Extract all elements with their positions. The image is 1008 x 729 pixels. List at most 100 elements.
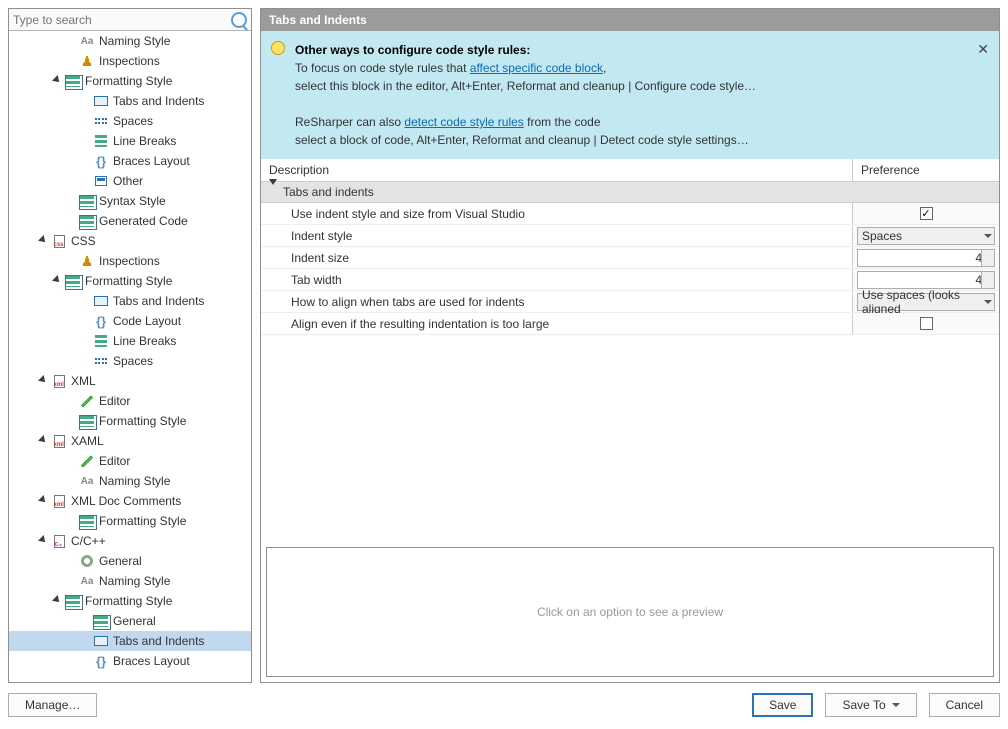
tree-item[interactable]: Generated Code — [9, 211, 251, 231]
save-button[interactable]: Save — [752, 693, 813, 717]
setting-row[interactable]: Tab width 4 — [261, 269, 999, 291]
tree-item-label: Line Breaks — [113, 134, 176, 148]
fmt-icon — [65, 273, 81, 289]
tree-item-label: Naming Style — [99, 34, 170, 48]
search-box[interactable] — [9, 9, 251, 31]
tree-item-label: C/C++ — [71, 534, 106, 548]
tree-item[interactable]: Formatting Style — [9, 591, 251, 611]
setting-row[interactable]: Indent size 4 — [261, 247, 999, 269]
setting-label: Align even if the resulting indentation … — [261, 317, 852, 331]
number-input[interactable]: 4 — [857, 271, 995, 289]
search-icon — [231, 12, 247, 28]
checkbox[interactable] — [920, 317, 933, 330]
setting-label: Tab width — [261, 273, 852, 287]
tree-item[interactable]: Editor — [9, 451, 251, 471]
tree-item[interactable]: General — [9, 611, 251, 631]
bulb-icon — [271, 41, 285, 55]
cpp-icon — [51, 533, 67, 549]
tree-item[interactable]: Line Breaks — [9, 131, 251, 151]
setting-label: Indent size — [261, 251, 852, 265]
setting-row[interactable]: Indent styleSpaces — [261, 225, 999, 247]
brace-icon: {} — [93, 653, 109, 669]
checkbox[interactable] — [920, 207, 933, 220]
tree-item[interactable]: Tabs and Indents — [9, 91, 251, 111]
tree-item[interactable]: Spaces — [9, 351, 251, 371]
fmt-icon — [65, 73, 81, 89]
tabs-icon — [93, 293, 109, 309]
link-detect-rules[interactable]: detect code style rules — [404, 115, 523, 129]
fmt-icon — [93, 613, 109, 629]
tree-item-label: Generated Code — [99, 214, 188, 228]
tree-item[interactable]: XML — [9, 371, 251, 391]
tree-item-label: General — [99, 554, 142, 568]
tree-item[interactable]: CSS — [9, 231, 251, 251]
lb-icon — [93, 133, 109, 149]
setting-row[interactable]: Align even if the resulting indentation … — [261, 313, 999, 335]
footer: Manage… Save Save To Cancel — [8, 689, 1000, 721]
tree-item[interactable]: Aa Naming Style — [9, 471, 251, 491]
pencil-icon — [79, 393, 95, 409]
tree-item-label: Formatting Style — [85, 594, 172, 608]
tree-item-label: Tabs and Indents — [113, 294, 204, 308]
tree-item[interactable]: General — [9, 551, 251, 571]
search-input[interactable] — [13, 13, 227, 27]
tree-item[interactable]: C/C++ — [9, 531, 251, 551]
tree-item[interactable]: AaNaming Style — [9, 571, 251, 591]
tree-item[interactable]: Formatting Style — [9, 411, 251, 431]
aa-icon: Aa — [79, 573, 95, 589]
fmt-icon — [79, 513, 95, 529]
setting-label: Use indent style and size from Visual St… — [261, 207, 852, 221]
tree-item-label: Formatting Style — [99, 514, 186, 528]
tree-item-label: Editor — [99, 394, 130, 408]
tree-item-label: General — [113, 614, 156, 628]
insp-icon: ♟ — [79, 253, 95, 269]
dropdown[interactable]: Spaces — [857, 227, 995, 245]
tree-item-label: Spaces — [113, 354, 153, 368]
dropdown[interactable]: Use spaces (looks aligned — [857, 293, 995, 311]
options-tree[interactable]: Aa Naming Style ♟ Inspections Formatting Sty… — [9, 31, 251, 682]
tree-item[interactable]: Line Breaks — [9, 331, 251, 351]
tree-item-label: Spaces — [113, 114, 153, 128]
tree-item-label: Formatting Style — [99, 414, 186, 428]
tree-item[interactable]: Other — [9, 171, 251, 191]
aa-icon: Aa — [79, 33, 95, 49]
setting-row[interactable]: How to align when tabs are used for inde… — [261, 291, 999, 313]
other-icon — [93, 173, 109, 189]
tree-item[interactable]: Formatting Style — [9, 71, 251, 91]
gear-icon — [79, 553, 95, 569]
tabs-icon — [93, 93, 109, 109]
tree-item-label: Naming Style — [99, 474, 170, 488]
tree-item[interactable]: Tabs and Indents — [9, 631, 251, 651]
manage-button[interactable]: Manage… — [8, 693, 97, 717]
tree-item[interactable]: Formatting Style — [9, 271, 251, 291]
cancel-button[interactable]: Cancel — [929, 693, 1000, 717]
group-header[interactable]: Tabs and indents — [261, 182, 999, 203]
setting-row[interactable]: Use indent style and size from Visual St… — [261, 203, 999, 225]
tree-item[interactable]: ♟Inspections — [9, 251, 251, 271]
number-input[interactable]: 4 — [857, 249, 995, 267]
tree-item[interactable]: Aa Naming Style — [9, 31, 251, 51]
aa-icon: Aa — [79, 473, 95, 489]
css-icon — [51, 233, 67, 249]
tree-item[interactable]: XML Doc Comments — [9, 491, 251, 511]
tree-item[interactable]: XAML — [9, 431, 251, 451]
tree-item[interactable]: Tabs and Indents — [9, 291, 251, 311]
col-description: Description — [261, 159, 852, 181]
tree-item[interactable]: {}Braces Layout — [9, 151, 251, 171]
tree-item-label: Code Layout — [113, 314, 181, 328]
tree-item-label: Inspections — [99, 54, 160, 68]
tree-item[interactable]: {}Code Layout — [9, 311, 251, 331]
link-affect-block[interactable]: affect specific code block — [470, 61, 603, 75]
xml-icon — [51, 373, 67, 389]
tree-item[interactable]: Spaces — [9, 111, 251, 131]
tree-item[interactable]: ♟ Inspections — [9, 51, 251, 71]
insp-icon: ♟ — [79, 53, 95, 69]
tree-item[interactable]: Syntax Style — [9, 191, 251, 211]
tree-item[interactable]: Editor — [9, 391, 251, 411]
tree-item-label: Line Breaks — [113, 334, 176, 348]
tree-item[interactable]: {}Braces Layout — [9, 651, 251, 671]
tree-item[interactable]: Formatting Style — [9, 511, 251, 531]
close-icon[interactable]: ✕ — [977, 39, 989, 60]
save-to-button[interactable]: Save To — [825, 693, 916, 717]
spaces-icon — [93, 353, 109, 369]
